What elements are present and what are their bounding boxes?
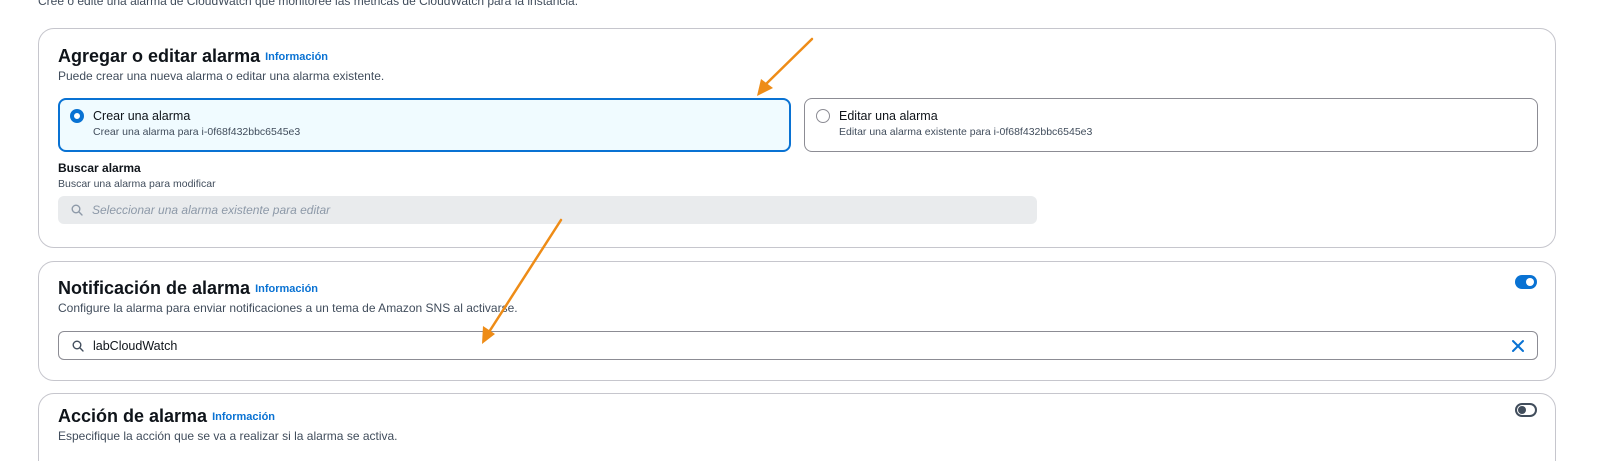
add-edit-alarm-title-text: Agregar o editar alarma [58,46,261,66]
alarm-notification-description: Configure la alarma para enviar notifica… [58,301,518,315]
create-alarm-radio[interactable] [70,109,84,123]
add-edit-alarm-panel: Agregar o editar alarma Información Puede… [38,28,1556,248]
search-alarm-description: Buscar una alarma para modificar [58,178,216,190]
search-alarm-placeholder: Seleccionar una alarma existente para ed… [92,203,331,217]
create-alarm-option[interactable]: Crear una alarma Crear una alarma para i… [58,98,791,152]
edit-alarm-label: Editar una alarma [839,109,938,123]
alarm-action-title: Acción de alarma Información [58,405,275,428]
action-toggle[interactable] [1515,403,1537,417]
create-alarm-description: Crear una alarma para i-0f68f432bbc6545e… [93,126,301,138]
alarm-notification-title-text: Notificación de alarma [58,278,251,298]
sns-topic-value: labCloudWatch [93,339,178,353]
edit-alarm-radio[interactable] [816,109,830,123]
action-info-link[interactable]: Información [212,411,275,423]
add-edit-info-link[interactable]: Información [265,51,328,63]
sns-topic-search-input[interactable]: labCloudWatch [58,331,1538,360]
add-edit-alarm-title: Agregar o editar alarma Información [58,45,328,68]
edit-alarm-description: Editar una alarma existente para i-0f68f… [839,126,1093,138]
alarm-action-title-text: Acción de alarma [58,406,208,426]
search-alarm-label: Buscar alarma [58,161,141,175]
search-icon [71,204,83,216]
alarm-action-panel: Acción de alarma Información Especifique … [38,393,1556,461]
alarm-action-description: Especifique la acción que se va a realiz… [58,429,398,443]
alarm-notification-panel: Notificación de alarma Información Config… [38,261,1556,381]
clear-icon[interactable] [1510,338,1526,354]
create-alarm-label: Crear una alarma [93,109,191,123]
page-intro-text: Cree o edite una alarma de CloudWatch qu… [38,0,579,8]
search-icon [72,340,84,352]
add-edit-alarm-description: Puede crear una nueva alarma o editar un… [58,69,385,83]
notification-info-link[interactable]: Información [255,283,318,295]
search-alarm-input: Seleccionar una alarma existente para ed… [58,196,1037,224]
edit-alarm-option[interactable]: Editar una alarma Editar una alarma exis… [804,98,1538,152]
alarm-notification-title: Notificación de alarma Información [58,277,318,300]
notification-toggle[interactable] [1515,275,1537,289]
